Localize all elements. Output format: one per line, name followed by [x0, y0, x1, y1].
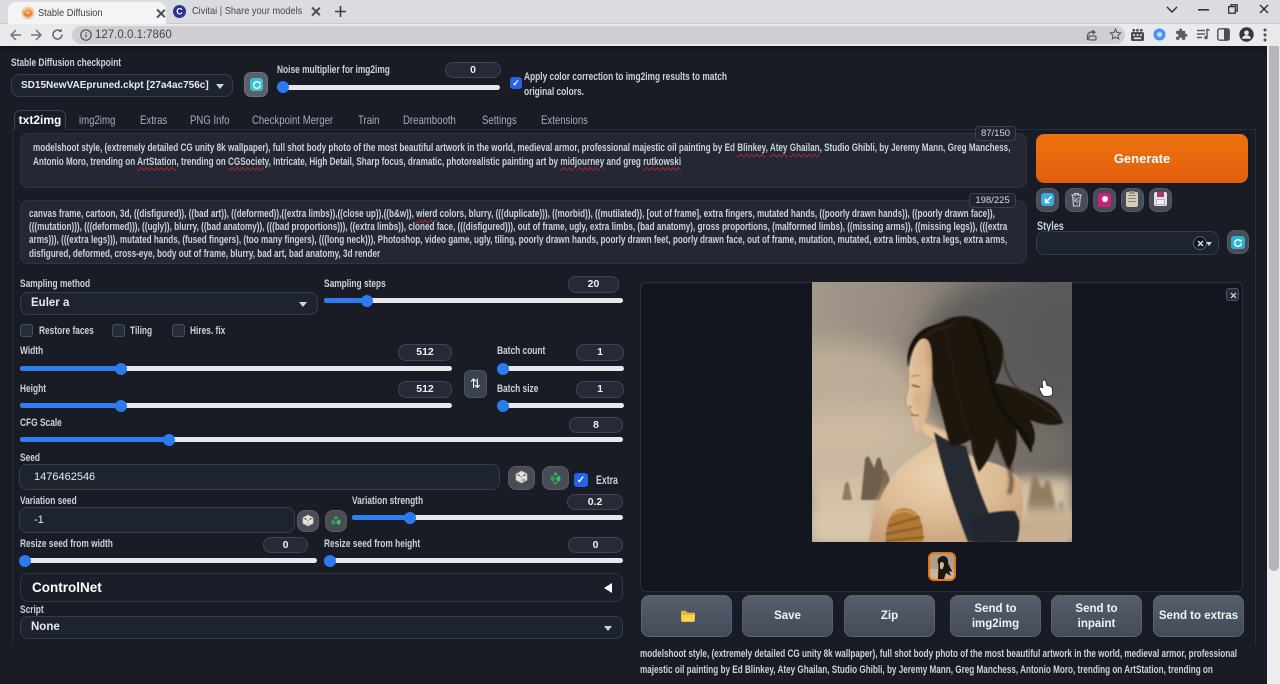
svg-text:C: C: [176, 7, 183, 17]
